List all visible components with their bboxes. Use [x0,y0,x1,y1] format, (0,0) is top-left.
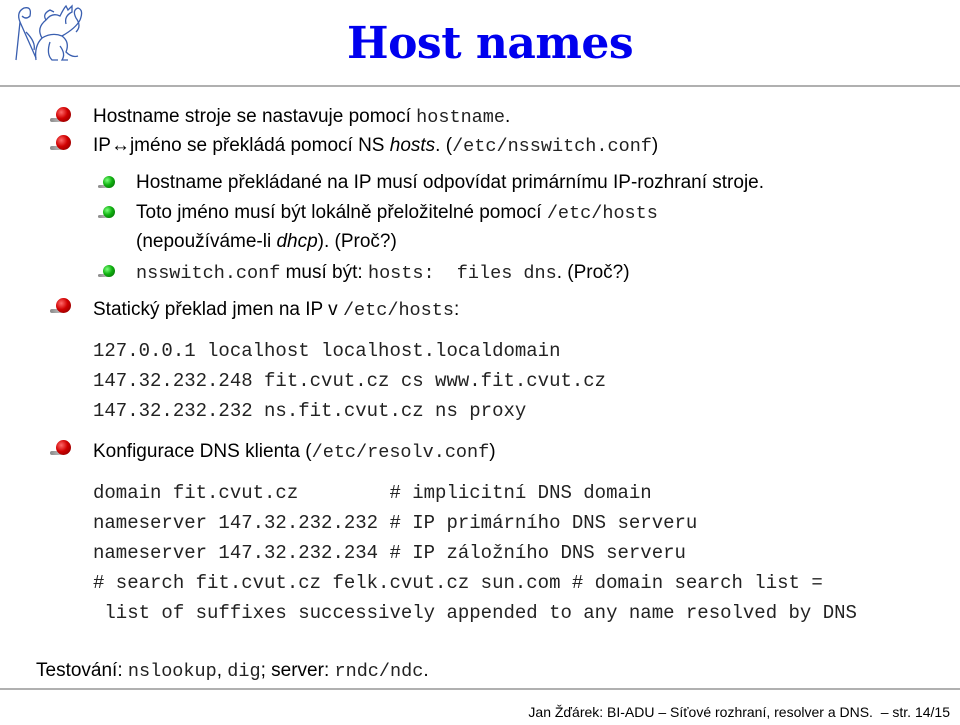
resolv-file-line: # search fit.cvut.cz felk.cvut.cz sun.co… [93,572,823,594]
bullet-dns-client: Konfigurace DNS klienta (/etc/resolv.con… [93,441,496,463]
resolv-file-line: list of suffixes successively appended t… [93,602,857,624]
resolv-file-line: domain fit.cvut.cz # implicitní DNS doma… [93,482,652,504]
bidirectional-arrow-icon: ↔ [110,135,130,156]
testing-line: Testování: nslookup, dig; server: rndc/n… [36,660,429,682]
page-title: Host names [347,18,634,69]
hosts-file-line: 127.0.0.1 localhost localhost.localdomai… [93,340,561,362]
resolv-file-line: nameserver 147.32.232.234 # IP záložního… [93,542,686,564]
sub-bullet-primary-interface: Hostname překládané na IP musí odpovídat… [136,172,765,193]
sub-bullet-local-resolve-cont: (nepoužíváme-li dhcp). (Proč?) [136,231,397,252]
bullet-ip-name: IP↔jméno se překládá pomocí NS hosts. (/… [93,135,659,157]
top-divider [0,85,960,87]
footer-credits: Jan Žďárek: BI-ADU – Síťové rozhraní, re… [528,704,950,720]
bullet-hostname: Hostname stroje se nastavuje pomocí host… [93,106,511,128]
sub-bullet-local-resolve: Toto jméno musí být lokálně přeložitelné… [136,202,658,224]
ctu-lion-logo-icon [15,4,83,61]
resolv-file-line: nameserver 147.32.232.232 # IP primárníh… [93,512,698,534]
sub-bullet-nsswitch: nsswitch.conf musí být: hosts: files dns… [136,262,630,284]
hosts-file-line: 147.32.232.248 fit.cvut.cz cs www.fit.cv… [93,370,607,392]
bullet-static-hosts: Statický překlad jmen na IP v /etc/hosts… [93,299,460,321]
hosts-file-line: 147.32.232.232 ns.fit.cvut.cz ns proxy [93,400,527,422]
bottom-divider [0,688,960,690]
